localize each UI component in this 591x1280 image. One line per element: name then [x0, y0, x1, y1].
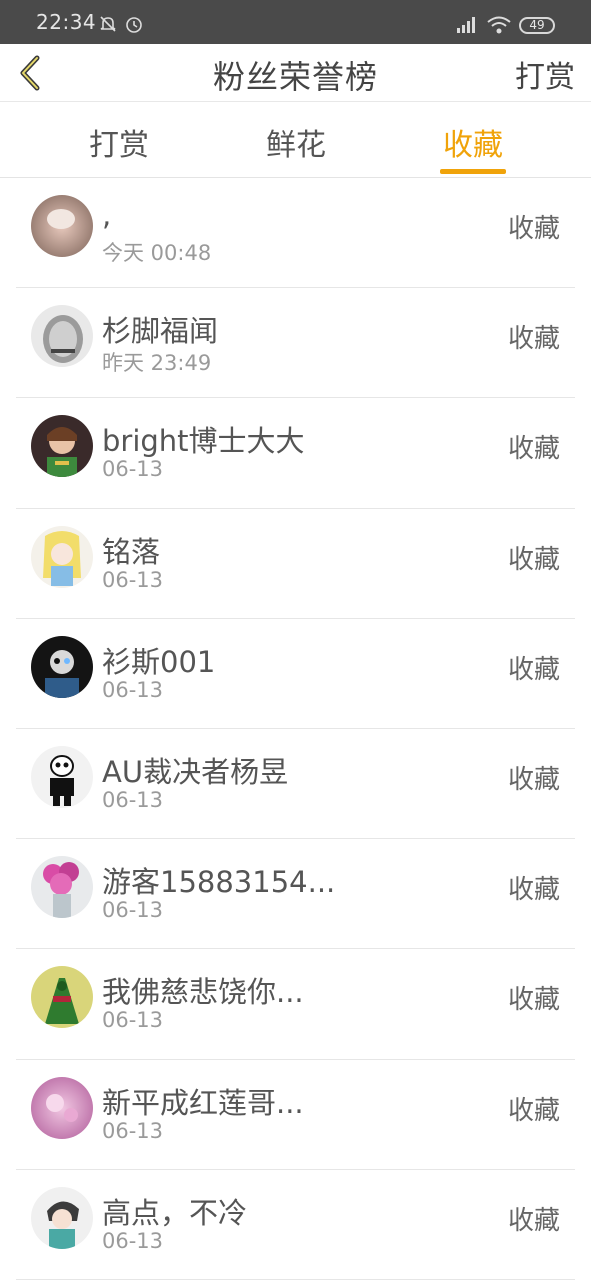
avatar — [31, 195, 93, 257]
reward-button[interactable]: 打赏 — [515, 52, 575, 96]
user-name: 高点，不冷 — [102, 1195, 248, 1230]
page-title: 粉丝荣誉榜 — [212, 58, 378, 96]
favorite-label: 收藏 — [507, 324, 560, 355]
favorite-label: 收藏 — [507, 764, 560, 795]
favorite-label: 收藏 — [507, 214, 560, 244]
favorite-label: 收藏 — [507, 654, 560, 685]
favorite-time: 06-13 — [102, 567, 164, 592]
list-item[interactable]: 铭落 06-13 收藏 — [0, 509, 591, 619]
user-name: 杉脚福闻 — [102, 314, 219, 349]
favorite-time: 06-13 — [102, 1008, 164, 1033]
favorite-label: 收藏 — [507, 1095, 560, 1126]
tab-favorites[interactable]: 收藏 — [413, 120, 533, 164]
list-item[interactable]: , 今天 00:48 收藏 — [0, 178, 591, 289]
favorite-label: 收藏 — [507, 434, 560, 465]
list-item[interactable]: 杉脚福闻 昨天 23:49 收藏 — [0, 288, 591, 399]
favorite-time: 06-13 — [102, 1228, 164, 1253]
favorite-time: 06-13 — [102, 898, 164, 923]
signal-icon — [455, 14, 479, 38]
favorite-label: 收藏 — [507, 985, 560, 1016]
favorite-label: 收藏 — [507, 544, 560, 575]
app-header: 粉丝荣誉榜 打赏 — [0, 44, 591, 102]
user-name: 我佛慈悲饶你... — [102, 975, 304, 1010]
tab-bar: 打赏 鲜花 收藏 — [0, 102, 591, 178]
favorite-time: 今天 00:48 — [102, 241, 212, 265]
avatar — [31, 966, 93, 1029]
user-name: 游客15883154... — [102, 865, 336, 900]
favorite-label: 收藏 — [507, 1205, 560, 1236]
user-name: 铭落 — [102, 534, 161, 569]
avatar — [31, 305, 93, 368]
user-name: AU裁决者杨昱 — [102, 754, 289, 789]
favorite-time: 06-13 — [102, 1118, 164, 1143]
list-item[interactable]: 衫斯001 06-13 收藏 — [0, 619, 591, 730]
bell-muted-icon — [98, 14, 118, 38]
list-item[interactable]: 新平成红莲哥... 06-13 收藏 — [0, 1060, 591, 1170]
tab-reward[interactable]: 打赏 — [59, 120, 179, 164]
alarm-icon — [124, 14, 144, 38]
favorite-time: 06-13 — [102, 457, 164, 482]
favorite-time: 06-13 — [102, 677, 164, 702]
avatar — [31, 525, 93, 588]
avatar — [31, 745, 93, 808]
favorite-label: 收藏 — [507, 875, 560, 906]
active-tab-indicator — [440, 169, 506, 174]
favorite-time: 昨天 23:49 — [102, 351, 212, 376]
avatar — [31, 856, 93, 919]
user-name: bright博士大大 — [102, 424, 305, 459]
list-item[interactable]: 我佛慈悲饶你... 06-13 收藏 — [0, 949, 591, 1060]
status-time: 22:34 — [36, 10, 97, 34]
list-item[interactable]: AU裁决者杨昱 06-13 收藏 — [0, 729, 591, 840]
avatar — [31, 1186, 93, 1249]
wifi-icon — [486, 15, 512, 39]
fan-list: , 今天 00:48 收藏 杉脚福闻 昨天 23:49 收藏 bright博士大… — [0, 178, 591, 1280]
user-name: , — [102, 198, 112, 232]
list-item[interactable]: bright博士大大 06-13 收藏 — [0, 398, 591, 509]
avatar — [31, 415, 93, 478]
list-item[interactable]: 游客15883154... 06-13 收藏 — [0, 839, 591, 950]
user-name: 衫斯001 — [102, 644, 216, 679]
user-name: 新平成红莲哥... — [102, 1085, 304, 1120]
list-item[interactable]: 高点，不冷 06-13 收藏 — [0, 1170, 591, 1280]
status-bar: 22:34 49 — [0, 0, 591, 44]
avatar — [31, 635, 93, 698]
battery-indicator: 49 — [519, 17, 555, 34]
tab-flowers[interactable]: 鲜花 — [236, 120, 356, 164]
favorite-time: 06-13 — [102, 787, 164, 812]
avatar — [31, 1076, 93, 1139]
